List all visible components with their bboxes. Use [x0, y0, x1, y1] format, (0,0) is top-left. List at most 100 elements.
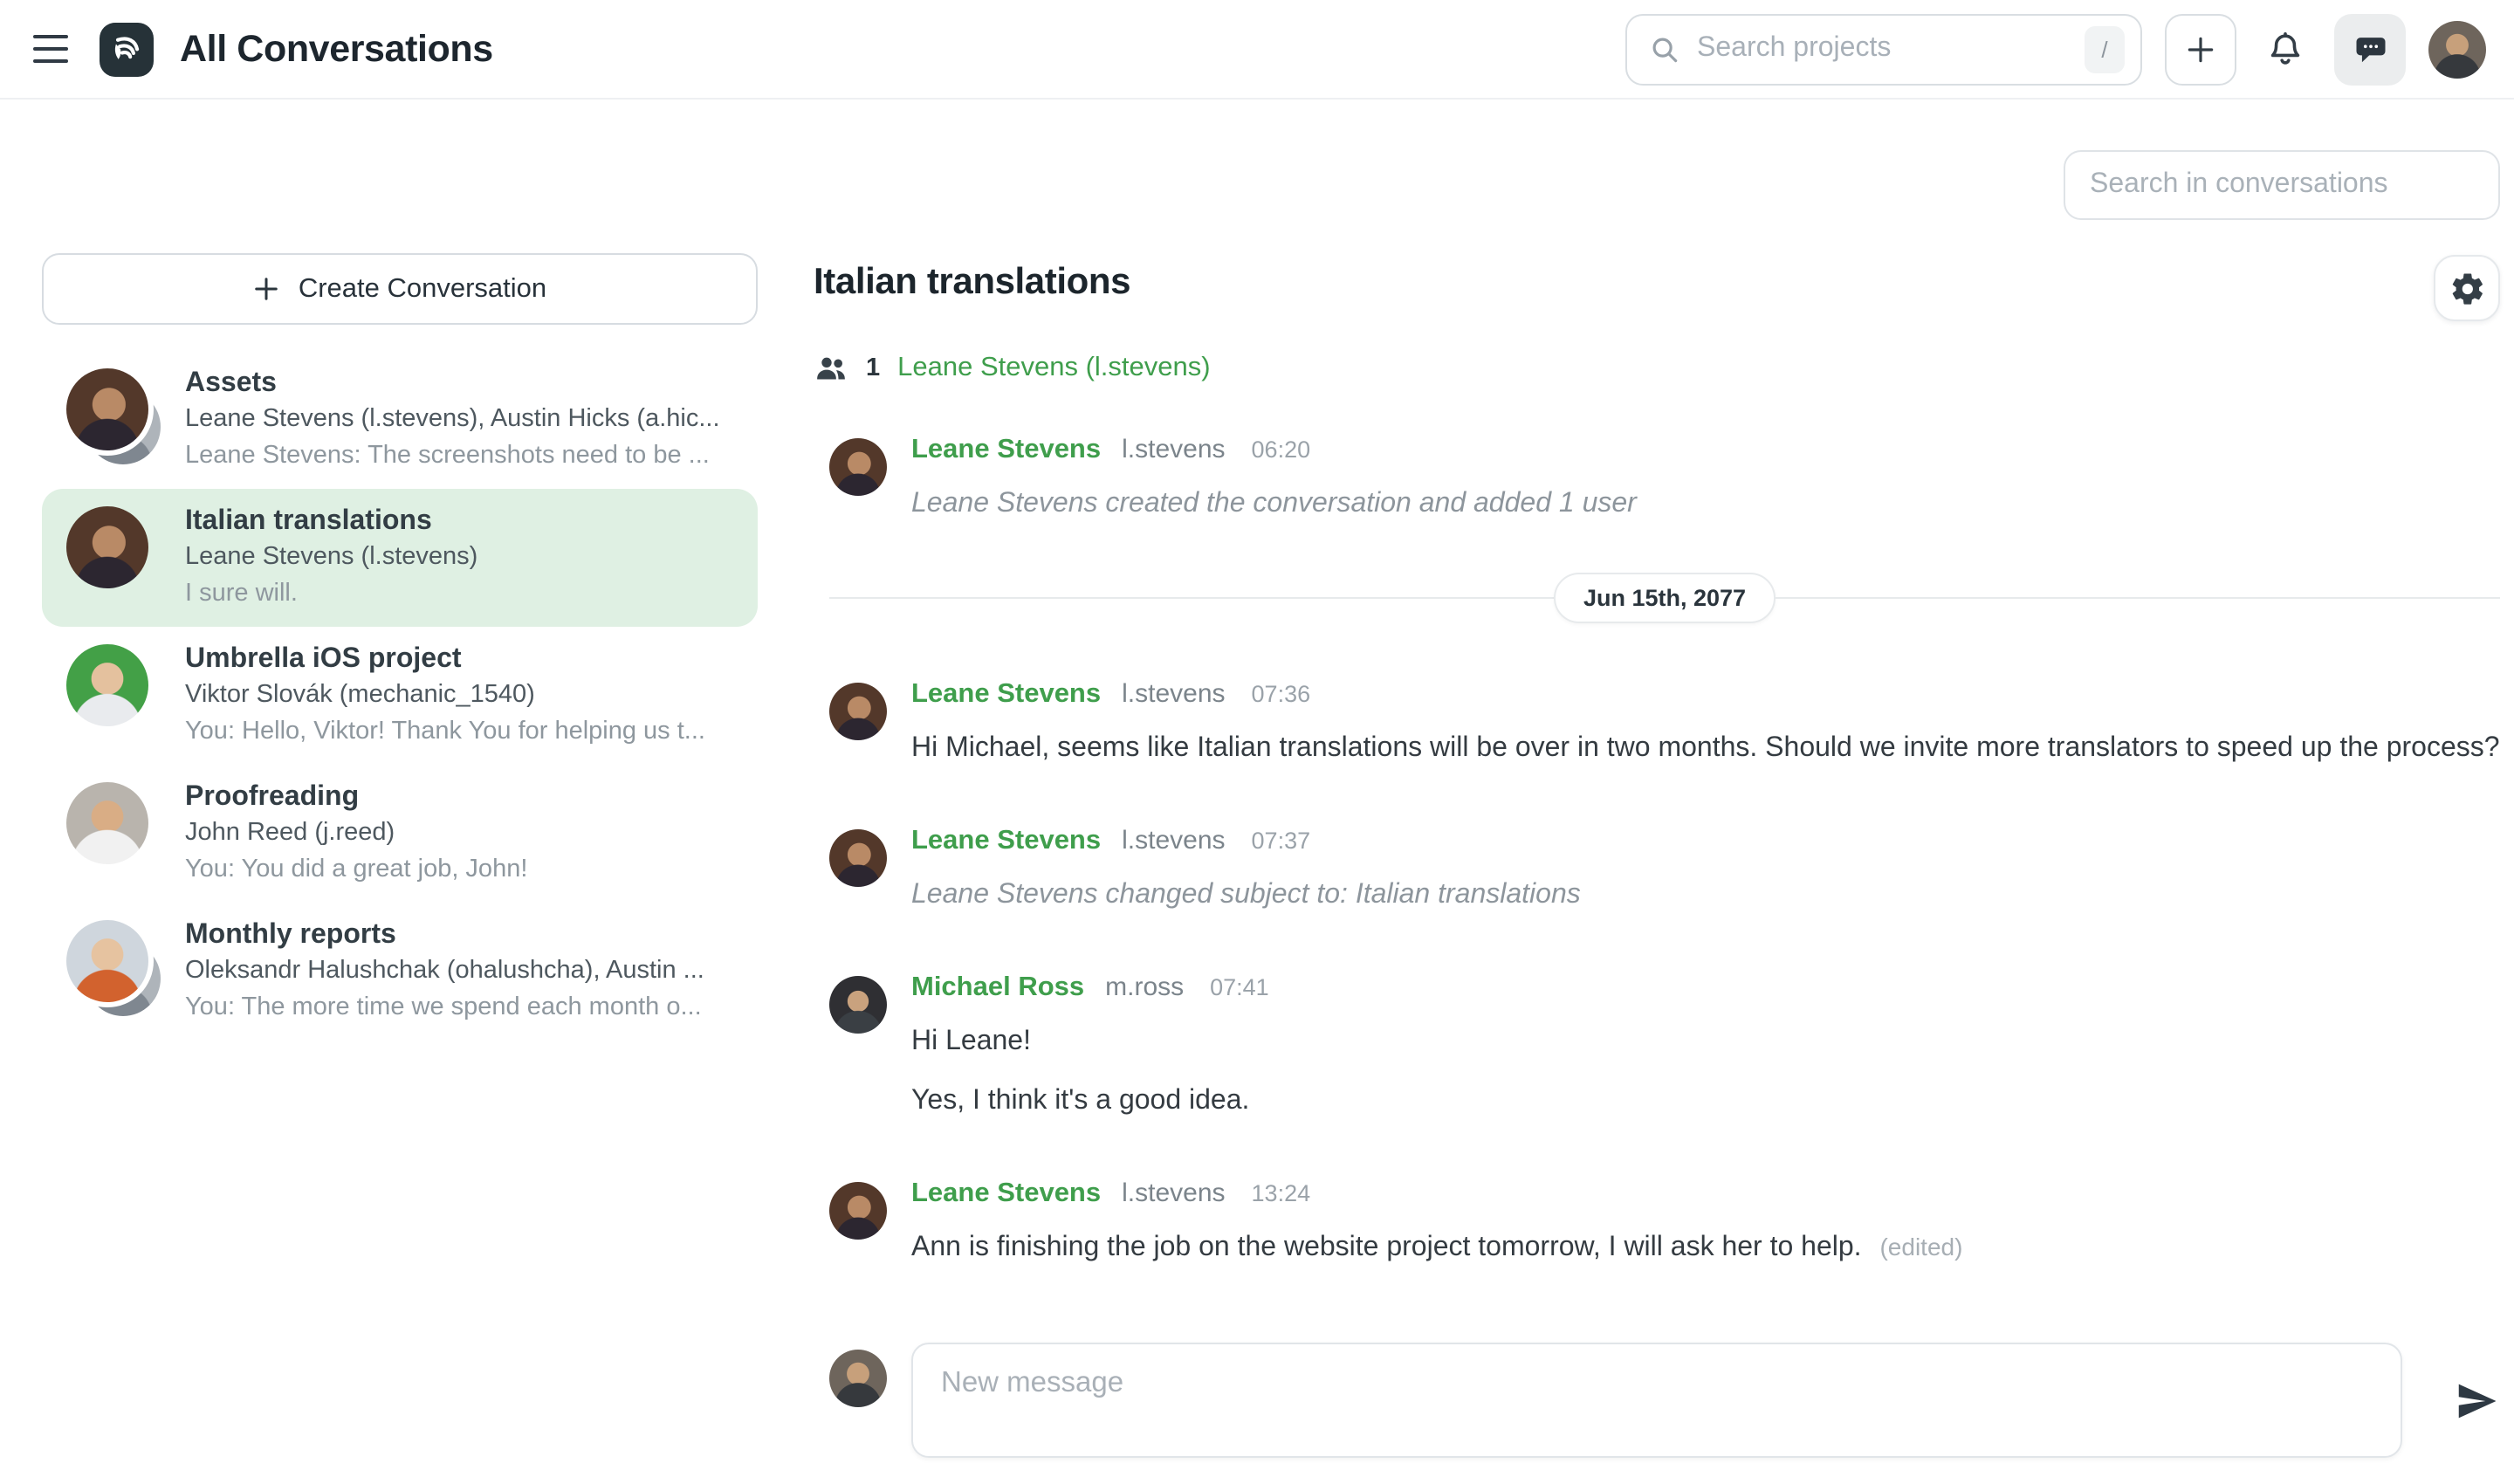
- members-row: 1 Leane Stevens (l.stevens): [814, 351, 2500, 386]
- conversation-settings-button[interactable]: [2434, 255, 2500, 321]
- avatar: [829, 683, 887, 740]
- user-avatar[interactable]: [2428, 20, 2486, 78]
- avatar: [829, 976, 887, 1034]
- avatar-group: [66, 644, 157, 742]
- message-time: 07:41: [1210, 974, 1269, 1000]
- message: Leane Stevens l.stevens 06:20 Leane Stev…: [829, 435, 2500, 526]
- plus-icon: [2184, 32, 2217, 65]
- member-link[interactable]: Leane Stevens (l.stevens): [897, 353, 1210, 384]
- message-author[interactable]: Leane Stevens: [911, 679, 1101, 711]
- search-icon: [1648, 32, 1681, 65]
- keyboard-shortcut-badge: /: [2085, 25, 2125, 72]
- people-icon: [814, 351, 848, 386]
- chat-title: Italian translations: [814, 262, 1130, 304]
- avatar: [829, 438, 887, 496]
- message-author[interactable]: Leane Stevens: [911, 826, 1101, 857]
- date-divider: Jun 15th, 2077: [829, 573, 2500, 623]
- edited-label: (edited): [1879, 1233, 1962, 1261]
- conversation-item-proofreading[interactable]: Proofreading John Reed (j.reed) You: You…: [42, 765, 758, 903]
- create-conversation-button[interactable]: Create Conversation: [42, 253, 758, 325]
- system-message-text: Leane Stevens created the conversation a…: [911, 484, 1637, 526]
- avatar: [66, 506, 148, 588]
- message-author[interactable]: Michael Ross: [911, 972, 1084, 1004]
- hamburger-menu-icon[interactable]: [33, 35, 68, 63]
- conversation-title: Assets: [185, 365, 733, 402]
- conversation-title: Umbrella iOS project: [185, 641, 733, 677]
- conversation-title: Proofreading: [185, 779, 733, 815]
- message-list: Leane Stevens l.stevens 06:20 Leane Stev…: [814, 435, 2500, 1269]
- new-message-input[interactable]: [911, 1343, 2402, 1458]
- conversation-participants: Viktor Slovák (mechanic_1540): [185, 677, 733, 714]
- page-title: All Conversations: [180, 27, 493, 71]
- conversations-button-active[interactable]: [2334, 13, 2406, 85]
- message-username: l.stevens: [1122, 1178, 1225, 1208]
- avatar: [66, 368, 148, 450]
- user-avatar: [829, 1350, 887, 1407]
- projects-search-input[interactable]: [1697, 33, 2085, 65]
- message-author[interactable]: Leane Stevens: [911, 1178, 1101, 1210]
- date-pill: Jun 15th, 2077: [1554, 573, 1776, 623]
- message-author[interactable]: Leane Stevens: [911, 435, 1101, 466]
- add-button[interactable]: [2165, 13, 2236, 85]
- conversation-item-umbrella-ios-project[interactable]: Umbrella iOS project Viktor Slovák (mech…: [42, 627, 758, 765]
- gear-icon: [2449, 270, 2485, 306]
- chat-panel: Italian translations 1 Leane Stevens (l.…: [814, 262, 2500, 1458]
- plus-icon: [253, 276, 279, 302]
- message-username: l.stevens: [1122, 679, 1225, 709]
- conversation-participants: Leane Stevens (l.stevens), Austin Hicks …: [185, 402, 733, 438]
- notifications-button[interactable]: [2259, 13, 2311, 85]
- conversation-item-assets[interactable]: Assets Leane Stevens (l.stevens), Austin…: [42, 351, 758, 489]
- conversation-item-monthly-reports[interactable]: Monthly reports Oleksandr Halushchak (oh…: [42, 903, 758, 1041]
- conversation-preview: You: You did a great job, John!: [185, 852, 733, 889]
- message-text: Ann is finishing the job on the website …: [911, 1233, 1862, 1262]
- avatar-group: [66, 920, 157, 1018]
- send-icon: [2453, 1377, 2500, 1424]
- avatar: [829, 829, 887, 887]
- conversation-title: Italian translations: [185, 503, 733, 539]
- bell-icon: [2264, 28, 2306, 70]
- message-time: 13:24: [1252, 1180, 1311, 1206]
- message-username: l.stevens: [1122, 435, 1225, 464]
- projects-search: /: [1625, 13, 2142, 85]
- app-logo: [100, 22, 154, 76]
- message: Leane Stevens l.stevens 07:37 Leane Stev…: [829, 826, 2500, 917]
- message: Michael Ross m.ross 07:41 Hi Leane! Yes,…: [829, 972, 2500, 1123]
- conversation-preview: I sure will.: [185, 576, 733, 613]
- message: Leane Stevens l.stevens 07:36 Hi Michael…: [829, 679, 2500, 770]
- conversation-title: Monthly reports: [185, 917, 733, 953]
- message-time: 07:36: [1252, 681, 1311, 707]
- conversation-preview: You: The more time we spend each month o…: [185, 990, 733, 1027]
- avatar-group: [66, 368, 157, 466]
- top-header: All Conversations /: [0, 0, 2514, 100]
- conversation-participants: Leane Stevens (l.stevens): [185, 539, 733, 576]
- conversation-preview: Leane Stevens: The screenshots need to b…: [185, 438, 733, 475]
- conversation-preview: You: Hello, Viktor! Thank You for helpin…: [185, 714, 733, 751]
- avatar-group: [66, 506, 157, 604]
- message-text: Hi Leane!: [911, 1021, 1269, 1063]
- chat-bubble-icon: [2351, 30, 2389, 68]
- avatar-group: [66, 782, 157, 880]
- conversation-list: Assets Leane Stevens (l.stevens), Austin…: [42, 351, 758, 1041]
- message-text: Hi Michael, seems like Italian translati…: [911, 728, 2500, 770]
- message-time: 06:20: [1252, 436, 1311, 463]
- header-actions: /: [1625, 13, 2486, 85]
- conversation-participants: John Reed (j.reed): [185, 815, 733, 852]
- avatar: [66, 782, 148, 864]
- send-button[interactable]: [2453, 1377, 2500, 1424]
- message-composer: [814, 1343, 2500, 1458]
- create-conversation-label: Create Conversation: [299, 273, 546, 305]
- avatar: [66, 920, 148, 1002]
- avatar: [66, 644, 148, 726]
- message-username: l.stevens: [1122, 826, 1225, 855]
- chat-header: Italian translations: [814, 262, 2500, 321]
- conversations-sidebar: Create Conversation Assets Leane Stevens…: [42, 253, 758, 1041]
- message-text: Yes, I think it's a good idea.: [911, 1081, 1269, 1123]
- conversation-participants: Oleksandr Halushchak (ohalushcha), Austi…: [185, 953, 733, 990]
- message-time: 07:37: [1252, 828, 1311, 854]
- message-username: m.ross: [1105, 972, 1184, 1002]
- avatar: [829, 1182, 887, 1240]
- conversations-search-input[interactable]: [2064, 150, 2500, 220]
- conversations-app: All Conversations /: [0, 0, 2514, 1484]
- members-count: 1: [866, 354, 880, 382]
- conversation-item-italian-translations[interactable]: Italian translations Leane Stevens (l.st…: [42, 489, 758, 627]
